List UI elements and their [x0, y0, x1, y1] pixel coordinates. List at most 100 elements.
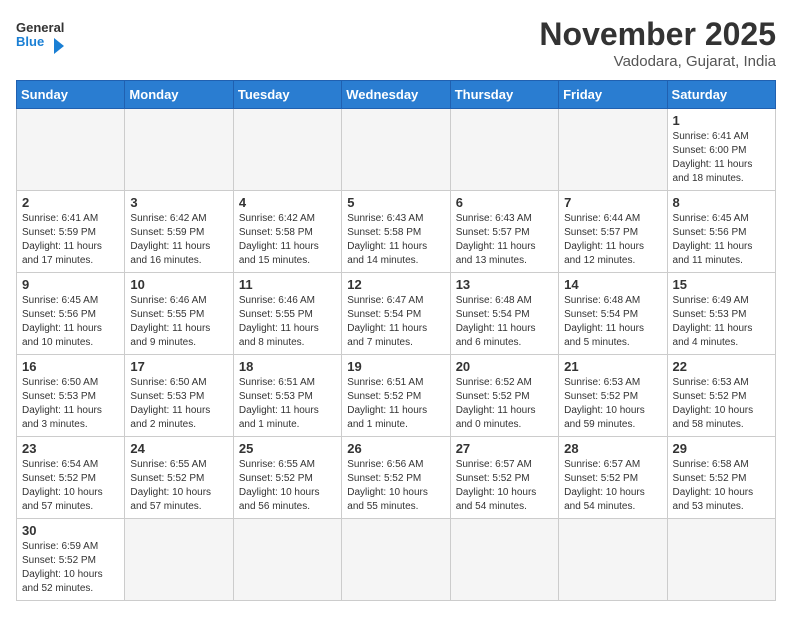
weekday-header-wednesday: Wednesday — [342, 81, 450, 109]
calendar-cell: 20 Sunrise: 6:52 AM Sunset: 5:52 PM Dayli… — [450, 355, 558, 437]
day-number: 29 — [673, 441, 770, 456]
logo: General Blue — [16, 16, 66, 60]
calendar-cell: 5 Sunrise: 6:43 AM Sunset: 5:58 PM Daylig… — [342, 191, 450, 273]
day-info: Sunrise: 6:48 AM Sunset: 5:54 PM Dayligh… — [456, 294, 553, 350]
week-row-3: 9 Sunrise: 6:45 AM Sunset: 5:56 PM Daylig… — [17, 273, 776, 355]
day-info: Sunrise: 6:54 AM Sunset: 5:52 PM Dayligh… — [22, 458, 119, 514]
calendar-cell: 11Sunrise: 6:46 AM Sunset: 5:55 PM Dayli… — [233, 273, 341, 355]
calendar-cell: 13 Sunrise: 6:48 AM Sunset: 5:54 PM Dayli… — [450, 273, 558, 355]
day-info: Sunrise: 6:42 AM Sunset: 5:59 PM Dayligh… — [130, 212, 227, 268]
day-number: 15 — [673, 277, 770, 292]
week-row-1: 1 Sunrise: 6:41 AM Sunset: 6:00 PM Daylig… — [17, 109, 776, 191]
weekday-header-row: SundayMondayTuesdayWednesdayThursdayFrid… — [17, 81, 776, 109]
calendar-cell: 18 Sunrise: 6:51 AM Sunset: 5:53 PM Dayli… — [233, 355, 341, 437]
day-info: Sunrise: 6:49 AM Sunset: 5:53 PM Dayligh… — [673, 294, 770, 350]
day-number: 9 — [22, 277, 119, 292]
day-number: 14 — [564, 277, 661, 292]
calendar-cell — [342, 109, 450, 191]
calendar-cell: 29 Sunrise: 6:58 AM Sunset: 5:52 PM Dayli… — [667, 437, 775, 519]
month-title: November 2025 — [539, 16, 776, 53]
day-info: Sunrise: 6:58 AM Sunset: 5:52 PM Dayligh… — [673, 458, 770, 514]
day-info: Sunrise: 6:43 AM Sunset: 5:58 PM Dayligh… — [347, 212, 444, 268]
week-row-6: 30 Sunrise: 6:59 AM Sunset: 5:52 PM Dayli… — [17, 519, 776, 601]
day-info: Sunrise: 6:42 AM Sunset: 5:58 PM Dayligh… — [239, 212, 336, 268]
calendar-cell: 26Sunrise: 6:56 AM Sunset: 5:52 PM Dayli… — [342, 437, 450, 519]
calendar-cell: 14 Sunrise: 6:48 AM Sunset: 5:54 PM Dayli… — [559, 273, 667, 355]
day-number: 28 — [564, 441, 661, 456]
calendar-cell: 16 Sunrise: 6:50 AM Sunset: 5:53 PM Dayli… — [17, 355, 125, 437]
day-info: Sunrise: 6:47 AM Sunset: 5:54 PM Dayligh… — [347, 294, 444, 350]
calendar-cell: 22 Sunrise: 6:53 AM Sunset: 5:52 PM Dayli… — [667, 355, 775, 437]
day-info: Sunrise: 6:43 AM Sunset: 5:57 PM Dayligh… — [456, 212, 553, 268]
calendar-cell — [342, 519, 450, 601]
calendar-cell: 27 Sunrise: 6:57 AM Sunset: 5:52 PM Dayli… — [450, 437, 558, 519]
weekday-header-saturday: Saturday — [667, 81, 775, 109]
day-number: 5 — [347, 195, 444, 210]
day-info: Sunrise: 6:46 AM Sunset: 5:55 PM Dayligh… — [130, 294, 227, 350]
day-info: Sunrise: 6:48 AM Sunset: 5:54 PM Dayligh… — [564, 294, 661, 350]
day-info: Sunrise: 6:52 AM Sunset: 5:52 PM Dayligh… — [456, 376, 553, 432]
calendar-cell: 4 Sunrise: 6:42 AM Sunset: 5:58 PM Daylig… — [233, 191, 341, 273]
day-info: Sunrise: 6:57 AM Sunset: 5:52 PM Dayligh… — [564, 458, 661, 514]
day-info: Sunrise: 6:45 AM Sunset: 5:56 PM Dayligh… — [673, 212, 770, 268]
day-number: 20 — [456, 359, 553, 374]
day-number: 18 — [239, 359, 336, 374]
day-number: 11 — [239, 277, 336, 292]
calendar-cell: 25Sunrise: 6:55 AM Sunset: 5:52 PM Dayli… — [233, 437, 341, 519]
day-info: Sunrise: 6:53 AM Sunset: 5:52 PM Dayligh… — [673, 376, 770, 432]
day-number: 10 — [130, 277, 227, 292]
day-number: 16 — [22, 359, 119, 374]
day-info: Sunrise: 6:53 AM Sunset: 5:52 PM Dayligh… — [564, 376, 661, 432]
calendar-cell — [667, 519, 775, 601]
day-number: 13 — [456, 277, 553, 292]
location: Vadodara, Gujarat, India — [539, 53, 776, 70]
day-info: Sunrise: 6:41 AM Sunset: 5:59 PM Dayligh… — [22, 212, 119, 268]
weekday-header-friday: Friday — [559, 81, 667, 109]
day-number: 1 — [673, 113, 770, 128]
calendar-cell — [125, 519, 233, 601]
day-number: 25 — [239, 441, 336, 456]
weekday-header-sunday: Sunday — [17, 81, 125, 109]
day-number: 27 — [456, 441, 553, 456]
day-info: Sunrise: 6:45 AM Sunset: 5:56 PM Dayligh… — [22, 294, 119, 350]
calendar-cell: 7Sunrise: 6:44 AM Sunset: 5:57 PM Daylig… — [559, 191, 667, 273]
day-info: Sunrise: 6:50 AM Sunset: 5:53 PM Dayligh… — [22, 376, 119, 432]
day-number: 17 — [130, 359, 227, 374]
svg-text:General: General — [16, 20, 64, 35]
calendar-cell — [450, 109, 558, 191]
day-number: 23 — [22, 441, 119, 456]
day-number: 22 — [673, 359, 770, 374]
calendar-cell: 17Sunrise: 6:50 AM Sunset: 5:53 PM Dayli… — [125, 355, 233, 437]
day-number: 4 — [239, 195, 336, 210]
calendar-cell: 12 Sunrise: 6:47 AM Sunset: 5:54 PM Dayli… — [342, 273, 450, 355]
calendar-cell: 9 Sunrise: 6:45 AM Sunset: 5:56 PM Daylig… — [17, 273, 125, 355]
weekday-header-monday: Monday — [125, 81, 233, 109]
day-info: Sunrise: 6:59 AM Sunset: 5:52 PM Dayligh… — [22, 540, 119, 596]
calendar-cell: 30 Sunrise: 6:59 AM Sunset: 5:52 PM Dayli… — [17, 519, 125, 601]
calendar-cell — [559, 519, 667, 601]
day-number: 3 — [130, 195, 227, 210]
calendar-cell: 23 Sunrise: 6:54 AM Sunset: 5:52 PM Dayli… — [17, 437, 125, 519]
day-number: 8 — [673, 195, 770, 210]
week-row-4: 16 Sunrise: 6:50 AM Sunset: 5:53 PM Dayli… — [17, 355, 776, 437]
calendar-cell: 8 Sunrise: 6:45 AM Sunset: 5:56 PM Daylig… — [667, 191, 775, 273]
day-number: 30 — [22, 523, 119, 538]
day-info: Sunrise: 6:41 AM Sunset: 6:00 PM Dayligh… — [673, 130, 770, 186]
calendar-cell: 15 Sunrise: 6:49 AM Sunset: 5:53 PM Dayli… — [667, 273, 775, 355]
calendar-cell — [559, 109, 667, 191]
day-number: 26 — [347, 441, 444, 456]
day-number: 6 — [456, 195, 553, 210]
day-number: 2 — [22, 195, 119, 210]
day-info: Sunrise: 6:44 AM Sunset: 5:57 PM Dayligh… — [564, 212, 661, 268]
calendar-cell: 6 Sunrise: 6:43 AM Sunset: 5:57 PM Daylig… — [450, 191, 558, 273]
day-info: Sunrise: 6:51 AM Sunset: 5:53 PM Dayligh… — [239, 376, 336, 432]
day-number: 24 — [130, 441, 227, 456]
day-number: 12 — [347, 277, 444, 292]
calendar-cell: 24Sunrise: 6:55 AM Sunset: 5:52 PM Dayli… — [125, 437, 233, 519]
page-header: General Blue November 2025 Vadodara, Guj… — [16, 16, 776, 70]
logo-svg: General Blue — [16, 16, 66, 60]
calendar: SundayMondayTuesdayWednesdayThursdayFrid… — [16, 80, 776, 601]
day-info: Sunrise: 6:57 AM Sunset: 5:52 PM Dayligh… — [456, 458, 553, 514]
calendar-cell — [233, 109, 341, 191]
calendar-cell: 28 Sunrise: 6:57 AM Sunset: 5:52 PM Dayli… — [559, 437, 667, 519]
